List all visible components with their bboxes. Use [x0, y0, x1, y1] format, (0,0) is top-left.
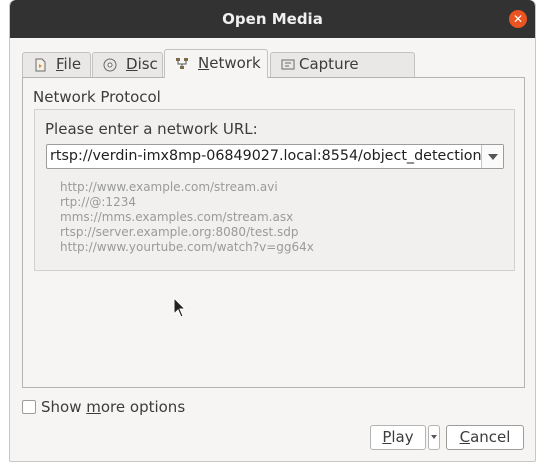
network-url-group: Please enter a network URL: rtsp://verdi…	[34, 109, 515, 271]
url-example: http://www.yourtube.com/watch?v=gg64x	[60, 240, 314, 254]
mouse-pointer-icon	[173, 297, 187, 318]
play-dropdown-button[interactable]	[428, 425, 440, 450]
open-media-dialog: Open Media ✕ File Disc Network Capture D…	[9, 0, 536, 462]
url-example: rtsp://server.example.org:8080/test.sdp	[60, 225, 299, 239]
url-example: rtp://@:1234	[60, 195, 136, 209]
play-button[interactable]: Play	[370, 425, 426, 450]
url-combobox[interactable]: rtsp://verdin-imx8mp-06849027.local:8554…	[46, 144, 504, 169]
network-protocol-label: Network Protocol	[33, 88, 161, 106]
tab-network[interactable]: Network	[164, 49, 268, 78]
url-prompt-label: Please enter a network URL:	[45, 120, 258, 138]
tab-disc[interactable]: Disc	[92, 52, 163, 77]
window-title: Open Media	[222, 10, 323, 28]
close-button[interactable]: ✕	[509, 10, 527, 28]
network-icon	[176, 58, 188, 69]
tab-file[interactable]: File	[22, 52, 91, 77]
disc-icon	[103, 58, 117, 72]
url-dropdown-button[interactable]	[481, 145, 503, 168]
show-more-options-label[interactable]: Show more options	[41, 398, 185, 416]
url-example: mms://mms.examples.com/stream.asx	[60, 210, 294, 224]
url-examples: http://www.example.com/stream.avi rtp://…	[60, 180, 314, 255]
tab-capture-device[interactable]: Capture Device	[270, 52, 415, 96]
file-icon	[35, 58, 46, 72]
title-bar[interactable]: Open Media ✕	[10, 0, 535, 38]
url-example: http://www.example.com/stream.avi	[60, 180, 278, 194]
network-panel: Network Protocol Please enter a network …	[22, 77, 525, 388]
cancel-button[interactable]: Cancel	[446, 425, 524, 450]
url-input[interactable]: rtsp://verdin-imx8mp-06849027.local:8554…	[50, 148, 482, 164]
show-more-options-checkbox[interactable]	[22, 400, 36, 414]
capture-device-icon	[281, 59, 295, 70]
close-icon: ✕	[512, 12, 524, 26]
